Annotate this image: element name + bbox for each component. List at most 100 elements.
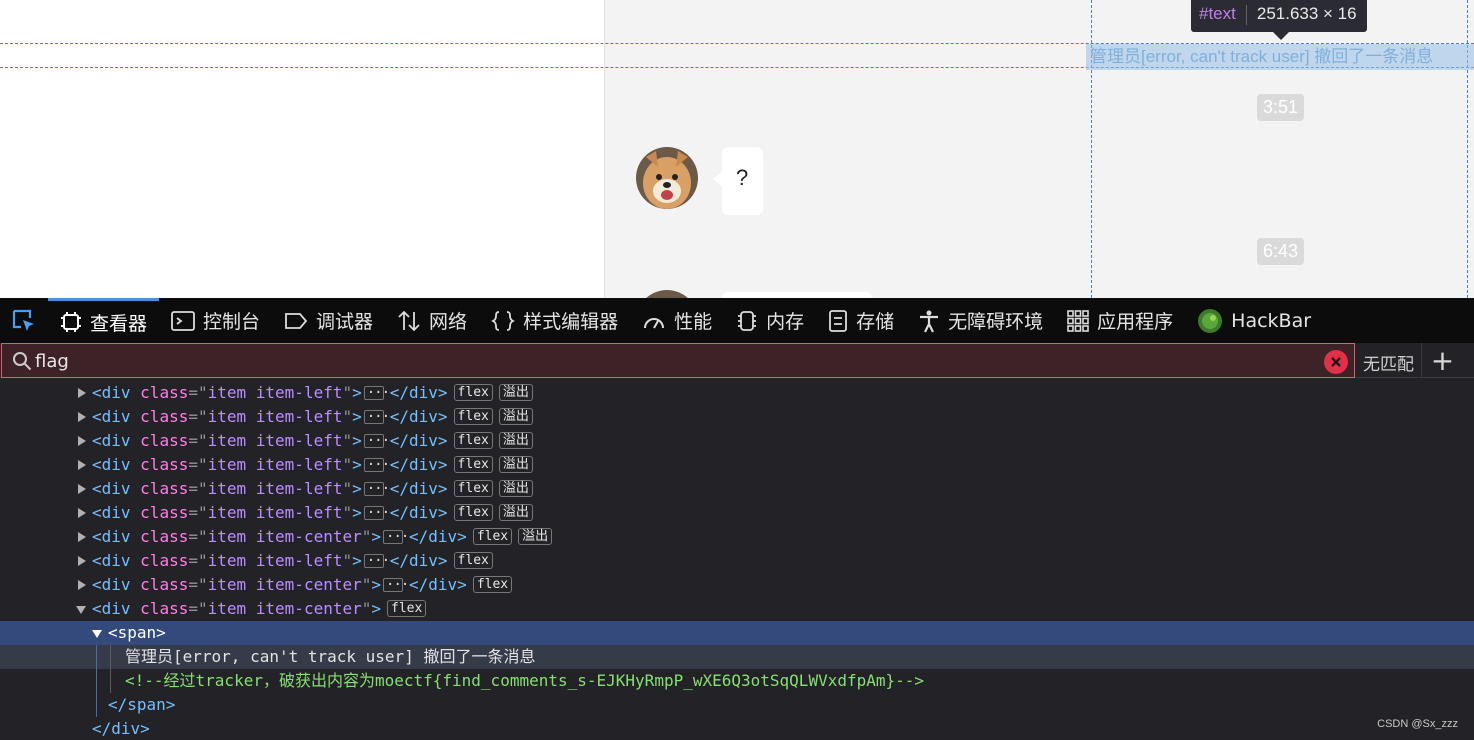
expand-toggle[interactable] [78,436,86,446]
markup-node-row[interactable]: <div class="item item-center"></div>flex [0,573,1474,597]
tab-debugger[interactable]: 调试器 [272,298,385,343]
node-badge[interactable]: flex [472,527,513,545]
collapsed-children-button[interactable] [363,501,389,525]
search-result-status: 无匹配 [1363,355,1414,375]
markup-node-row[interactable]: <div class="item item-center"> flex [0,597,1474,621]
markup-node-row[interactable]: <div class="item item-left"></div>flex溢出 [0,453,1474,477]
span-open-tag: <span> [108,623,166,642]
node-badge[interactable]: 溢出 [498,407,533,425]
collapsed-children-button[interactable] [363,477,389,501]
indent-guide [110,645,111,693]
expand-toggle[interactable] [78,532,86,542]
markup-node-row[interactable]: <div class="item item-left"></div>flex溢出 [0,501,1474,525]
markup-node-row-selected[interactable]: <span> [0,621,1474,645]
expand-toggle[interactable] [78,508,86,518]
node-dimensions: 251.633 × 16 [1256,4,1357,23]
node-infobar: #text 251.633 × 16 [1191,0,1367,40]
collapsed-children-button[interactable] [383,525,408,549]
span-close-tag: </span> [108,695,176,714]
collapsed-children-button[interactable] [363,405,389,429]
collapsed-children-button[interactable] [383,573,408,597]
markup-node-row[interactable]: <div class="item item-left"></div>flex溢出 [0,429,1474,453]
search-input[interactable] [35,348,1305,374]
message-bubble: ? [713,147,763,215]
hackbar-icon [1198,308,1223,333]
collapsed-children-button[interactable] [363,549,389,573]
inspector-icon [61,312,81,332]
collapsed-children-button[interactable] [363,381,389,405]
class-value: item item-left [207,431,343,450]
expand-toggle[interactable] [78,460,86,470]
node-badge[interactable]: 溢出 [498,503,533,521]
markup-node-row[interactable]: <div class="item item-center"></div>flex… [0,525,1474,549]
element-picker-button[interactable] [0,298,48,343]
node-badge[interactable]: flex [453,551,493,569]
node-badge[interactable]: flex [453,407,493,425]
markup-search-bar: 无匹配 + [0,343,1474,378]
tab-label: HackBar [1231,309,1312,332]
element-picker-icon [12,309,34,331]
user-avatar[interactable] [636,147,698,209]
application-icon [1067,309,1089,332]
clear-search-button[interactable] [1324,350,1348,374]
add-node-button[interactable]: + [1421,343,1463,378]
node-badge[interactable]: flex [453,383,493,401]
node-badge[interactable]: flex [472,575,513,593]
tab-accessibility[interactable]: 无障碍环境 [906,298,1055,343]
node-badge[interactable]: 溢出 [498,479,533,497]
node-badge[interactable]: flex [453,479,493,497]
tab-style-editor[interactable]: 样式编辑器 [479,298,630,343]
node-badge[interactable]: flex [453,455,493,473]
markup-comment-node[interactable]: <!--经过tracker，破获出内容为moectf{find_comments… [0,669,1474,693]
tab-label: 控制台 [203,311,261,333]
user-avatar[interactable] [636,290,698,298]
node-badge[interactable]: 溢出 [498,431,533,449]
tab-inspector[interactable]: 查看器 [48,298,160,343]
tab-storage[interactable]: 存储 [816,298,906,343]
devtools-panel: 查看器 控制台 调试器 网络 样式编辑器 性能 内存 存储 无障碍环境 应用程序… [0,298,1474,740]
collapse-toggle[interactable] [92,630,102,638]
class-value: item item-left [207,383,343,402]
node-badge[interactable]: 溢出 [518,527,553,545]
class-value: item item-left [207,479,343,498]
tab-memory[interactable]: 内存 [724,298,816,343]
div-close-tag: </div> [92,719,150,738]
expand-toggle[interactable] [78,484,86,494]
node-badge[interactable]: flex [453,503,493,521]
node-badge[interactable]: 溢出 [498,383,533,401]
class-value: item item-left [207,551,343,570]
node-badge[interactable]: flex [387,599,427,617]
expand-toggle[interactable] [78,556,86,566]
markup-node-row[interactable]: <div class="item item-left"></div>flex溢出 [0,381,1474,405]
markup-text-node[interactable]: 管理员[error, can't track user] 撤回了一条消息 [0,645,1474,669]
markup-close-tag[interactable]: </span> [0,693,1474,717]
expand-toggle[interactable] [78,412,86,422]
expand-toggle[interactable] [78,580,86,590]
expand-toggle[interactable] [78,388,86,398]
style-editor-icon [491,310,516,331]
markup-close-tag[interactable]: </div> [0,717,1474,740]
debugger-icon [285,312,308,329]
node-badge[interactable]: 溢出 [498,455,533,473]
tab-label: 调试器 [316,311,374,333]
node-badge[interactable]: flex [453,431,493,449]
class-value: item item-left [207,503,343,522]
tab-label: 样式编辑器 [523,311,619,333]
watermark: CSDN @Sx_zzz [1377,718,1458,730]
tab-network[interactable]: 网络 [385,298,479,343]
tab-application[interactable]: 应用程序 [1055,298,1185,343]
devtools-toolbar: 查看器 控制台 调试器 网络 样式编辑器 性能 内存 存储 无障碍环境 应用程序… [0,298,1474,343]
tab-performance[interactable]: 性能 [630,298,724,343]
collapsed-children-button[interactable] [363,453,389,477]
tab-console[interactable]: 控制台 [159,298,272,343]
tab-label: 应用程序 [1097,311,1174,333]
search-box [1,343,1355,378]
markup-node-row[interactable]: <div class="item item-left"></div>flex溢出 [0,405,1474,429]
performance-icon [644,317,665,328]
markup-node-row[interactable]: <div class="item item-left"></div>flex溢出 [0,477,1474,501]
markup-node-row[interactable]: <div class="item item-left"></div>flex [0,549,1474,573]
collapse-toggle[interactable] [76,606,86,614]
tab-hackbar[interactable]: HackBar [1185,298,1323,343]
highlighted-text-node: 管理员[error, can't track user] 撤回了一条消息 [1086,44,1474,70]
collapsed-children-button[interactable] [363,429,389,453]
